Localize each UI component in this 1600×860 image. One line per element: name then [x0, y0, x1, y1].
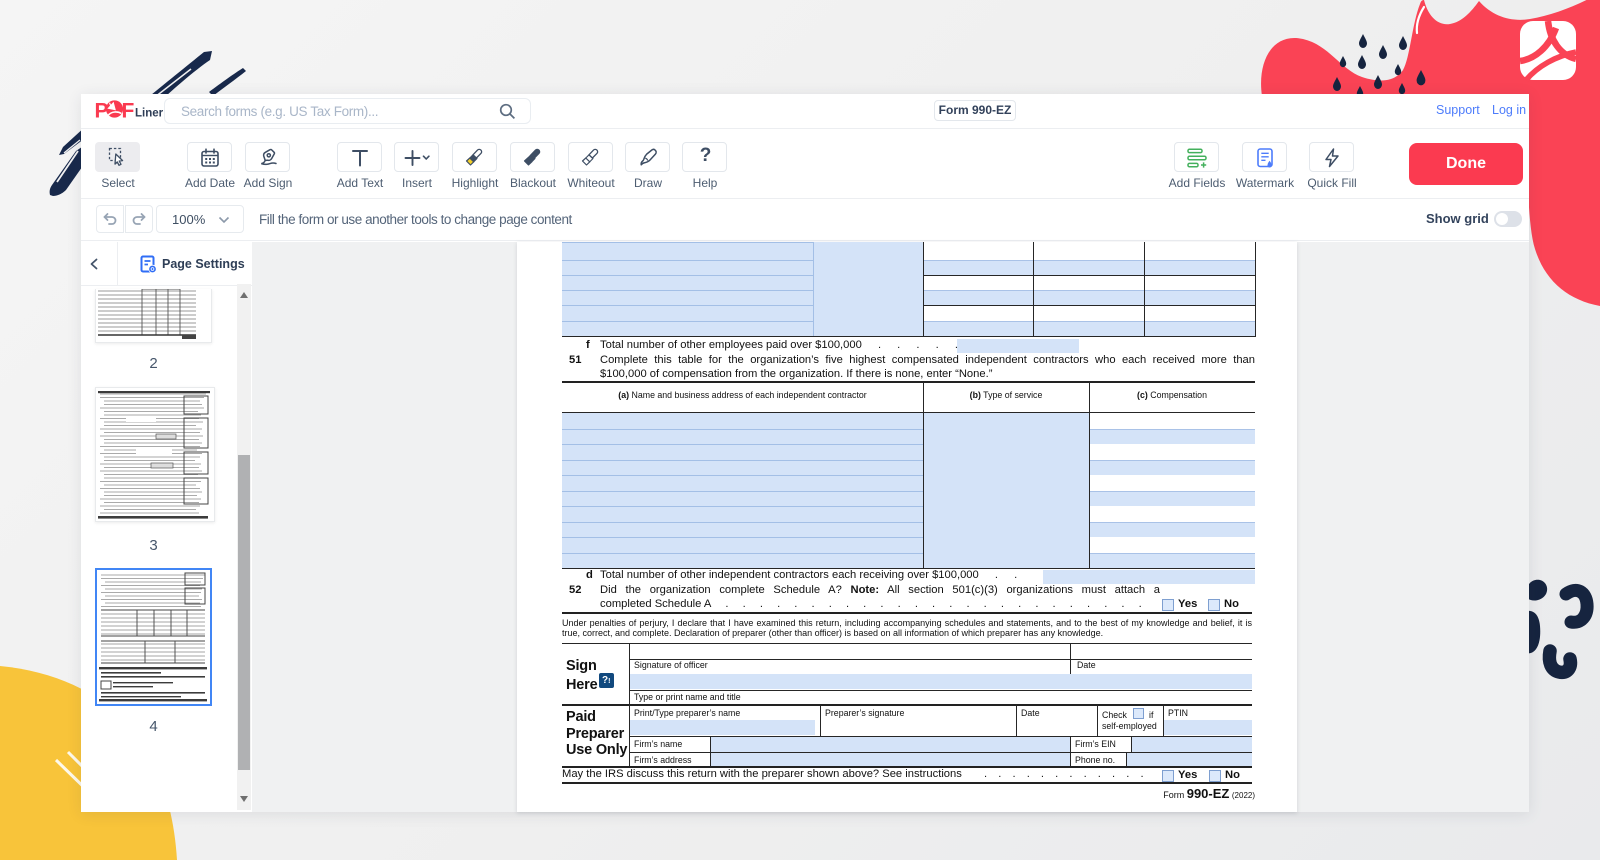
svg-text:Liner: Liner — [135, 108, 164, 120]
svg-text:F: F — [122, 100, 135, 123]
